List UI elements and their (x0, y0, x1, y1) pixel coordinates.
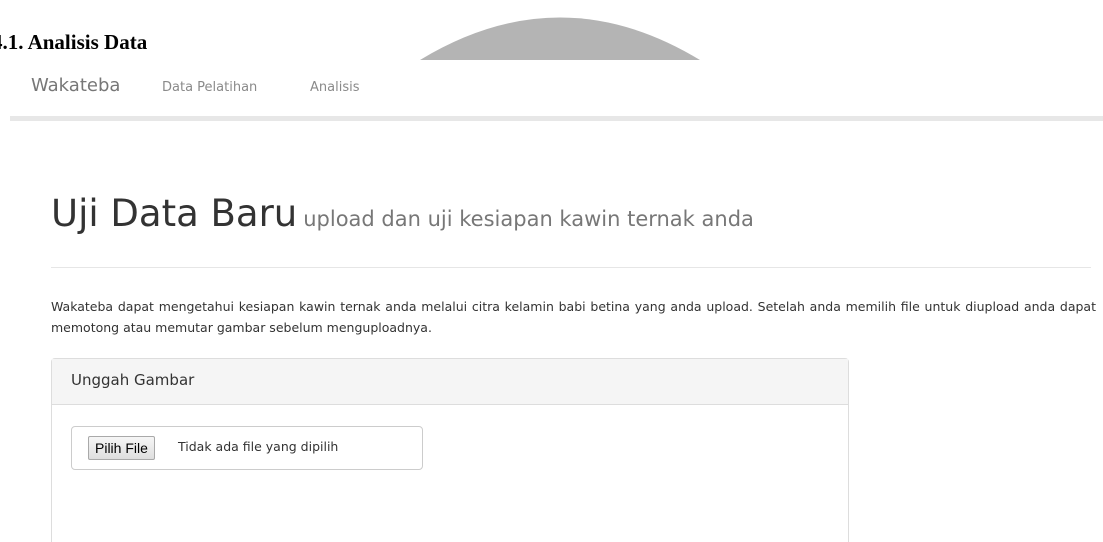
upload-panel: Unggah Gambar Pilih File Tidak ada file … (51, 358, 849, 542)
document-section-heading: 4.1. Analisis Data (0, 30, 148, 54)
watermark-shape (420, 0, 700, 60)
nav-link-data-pelatihan[interactable]: Data Pelatihan (162, 80, 257, 95)
file-status-text: Tidak ada file yang dipilih (178, 439, 339, 454)
page-header: Uji Data Baru upload dan uji kesiapan kaw… (51, 192, 754, 235)
header-divider (51, 267, 1091, 268)
navbar-divider (10, 116, 1103, 121)
navbar: Wakateba Data Pelatihan Analisis (0, 62, 1103, 120)
page-subtitle: upload dan uji kesiapan kawin ternak and… (303, 207, 754, 231)
page-title: Uji Data Baru (51, 192, 298, 235)
file-input-field[interactable]: Pilih File Tidak ada file yang dipilih (71, 426, 423, 470)
panel-heading: Unggah Gambar (52, 359, 848, 405)
choose-file-button[interactable]: Pilih File (88, 436, 155, 460)
intro-paragraph: Wakateba dapat mengetahui kesiapan kawin… (51, 299, 1096, 335)
nav-link-analisis[interactable]: Analisis (310, 80, 359, 95)
navbar-brand[interactable]: Wakateba (31, 75, 120, 96)
